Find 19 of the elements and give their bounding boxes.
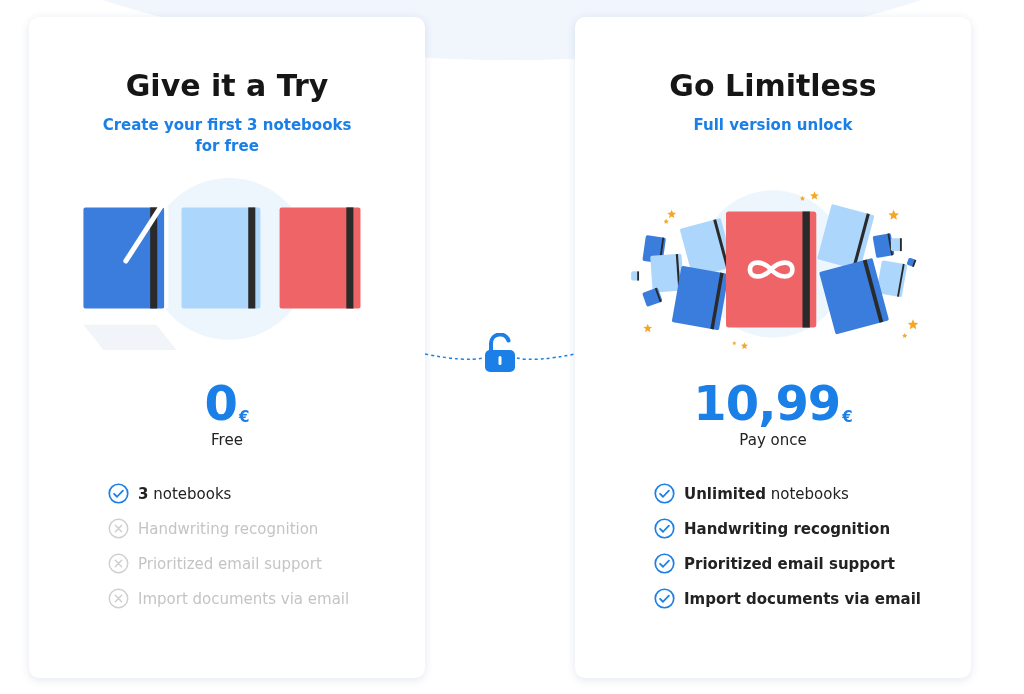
plan-subtitle: Create your first 3 notebooks for free (102, 115, 352, 157)
currency-symbol: € (842, 407, 853, 427)
price-note: Free (211, 431, 243, 449)
feature-text: 3 notebooks (138, 484, 232, 503)
price-note: Pay once (739, 431, 807, 449)
price-amount: 10,99 (693, 377, 841, 429)
feature-text: Prioritized email support (684, 554, 895, 573)
feature-text: Handwriting recognition (684, 519, 891, 538)
feature-text: Import documents via email (138, 589, 350, 608)
plan-subtitle: Full version unlock (692, 115, 854, 136)
feature-text: Handwriting recognition (138, 519, 319, 538)
plan-title: Go Limitless (669, 67, 877, 105)
price-amount: 0 (204, 377, 237, 429)
currency-symbol: € (239, 407, 250, 427)
plan-title: Give it a Try (125, 67, 329, 105)
feature-text: Unlimited notebooks (684, 484, 849, 503)
feature-text: Import documents via email (684, 589, 921, 608)
unlocked-padlock-icon (483, 332, 517, 373)
feature-text: Prioritized email support (138, 554, 322, 573)
